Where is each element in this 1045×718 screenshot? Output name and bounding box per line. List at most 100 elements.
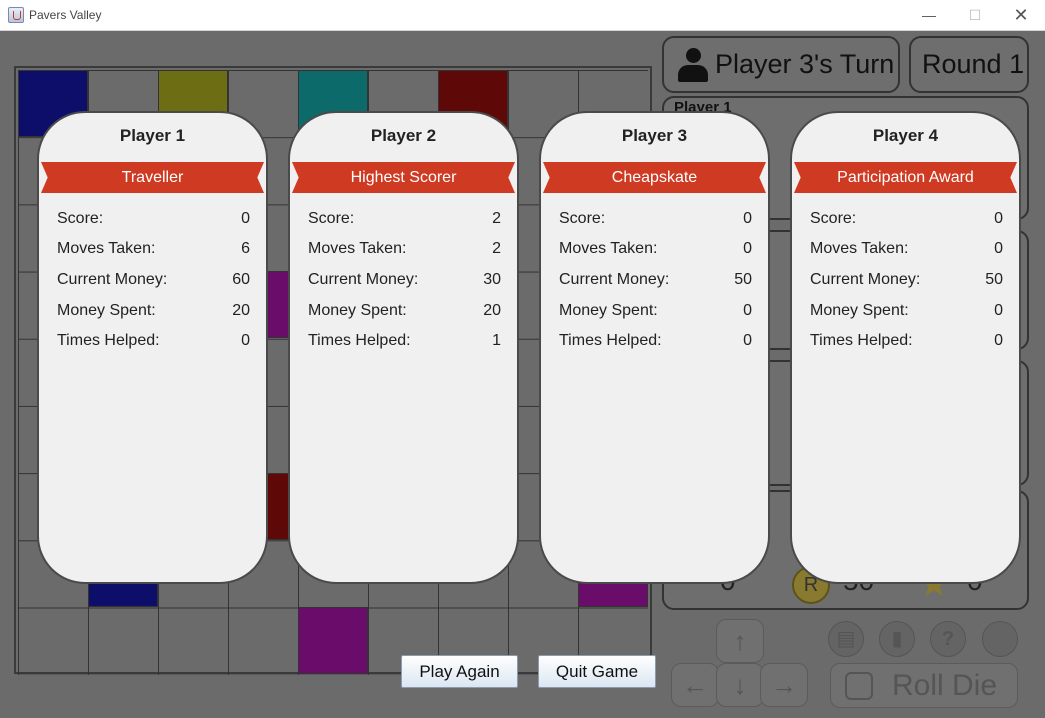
stat-value: 0: [743, 210, 752, 227]
stat-row: Current Money: 60: [57, 271, 250, 293]
stat-label: Moves Taken:: [57, 240, 156, 257]
stat-row: Moves Taken: 2: [308, 240, 501, 262]
stat-row: Score: 0: [559, 210, 752, 232]
stat-row: Score: 2: [308, 210, 501, 232]
award-ribbon: Highest Scorer: [292, 162, 515, 193]
stat-value: 50: [734, 271, 752, 288]
settings-icon[interactable]: [982, 621, 1018, 657]
window-titlebar: Pavers Valley — ☐ ✕: [0, 0, 1045, 31]
stat-value: 60: [232, 271, 250, 288]
minimize-button[interactable]: —: [906, 0, 952, 30]
stat-label: Moves Taken:: [810, 240, 909, 257]
stat-label: Score:: [810, 210, 857, 227]
stat-value: 0: [743, 302, 752, 319]
stat-row: Score: 0: [57, 210, 250, 232]
stat-label: Moves Taken:: [308, 240, 407, 257]
stat-row: Current Money: 50: [810, 271, 1003, 293]
stat-value: 0: [241, 210, 250, 227]
award-ribbon: Cheapskate: [543, 162, 766, 193]
stat-value: 2: [492, 210, 501, 227]
stat-row: Times Helped: 1: [308, 332, 501, 354]
stat-row: Current Money: 30: [308, 271, 501, 293]
stat-row: Times Helped: 0: [559, 332, 752, 354]
stat-label: Current Money:: [559, 271, 670, 288]
card-player-title: Player 3: [621, 126, 688, 145]
stat-label: Money Spent:: [810, 302, 909, 319]
award-label: Traveller: [121, 169, 184, 186]
card-player-title: Player 2: [370, 126, 437, 145]
play-again-button[interactable]: Play Again: [401, 655, 518, 688]
stat-row: Current Money: 50: [559, 271, 752, 293]
round-indicator: Round 1: [909, 36, 1029, 93]
save-icon[interactable]: ▤: [828, 621, 864, 657]
stat-row: Moves Taken: 6: [57, 240, 250, 262]
turn-label: Player 3's Turn: [715, 49, 895, 79]
stat-value: 0: [994, 302, 1003, 319]
player-result-card: Player 2 Highest Scorer Score: 2 Moves Ta…: [288, 111, 519, 584]
stat-label: Current Money:: [57, 271, 168, 288]
stat-label: Moves Taken:: [559, 240, 658, 257]
person-icon: [678, 48, 708, 82]
quit-game-button[interactable]: Quit Game: [538, 655, 656, 688]
java-app-icon: [8, 7, 24, 23]
player-result-card: Player 1 Traveller Score: 0 Moves Taken: 6…: [37, 111, 268, 584]
award-ribbon: Traveller: [41, 162, 264, 193]
stat-value: 1: [492, 332, 501, 349]
stat-value: 2: [492, 240, 501, 257]
stat-label: Money Spent:: [308, 302, 407, 319]
stat-row: Money Spent: 0: [810, 302, 1003, 324]
stat-label: Money Spent:: [57, 302, 156, 319]
card-player-title: Player 4: [872, 126, 939, 145]
roll-die-label: Roll Die: [892, 669, 998, 702]
stat-label: Times Helped:: [57, 332, 160, 349]
stat-value: 20: [232, 302, 250, 319]
stat-row: Money Spent: 20: [308, 302, 501, 324]
stat-label: Current Money:: [810, 271, 921, 288]
arrow-down-icon[interactable]: ↓: [716, 663, 764, 707]
stat-value: 0: [743, 332, 752, 349]
stat-label: Score:: [57, 210, 104, 227]
roll-die-button[interactable]: Roll Die: [830, 663, 1018, 708]
stat-value: 0: [241, 332, 250, 349]
turn-indicator: Player 3's Turn: [662, 36, 900, 93]
stat-value: 30: [483, 271, 501, 288]
stat-label: Times Helped:: [559, 332, 662, 349]
window-title: Pavers Valley: [29, 8, 102, 22]
die-icon: [845, 672, 873, 700]
board-tile-purple: [298, 607, 368, 674]
stat-value: 6: [241, 240, 250, 257]
card-player-title: Player 1: [119, 126, 186, 145]
stat-value: 50: [985, 271, 1003, 288]
stat-row: Money Spent: 20: [57, 302, 250, 324]
award-ribbon: Participation Award: [794, 162, 1017, 193]
stat-value: 0: [994, 210, 1003, 227]
stat-label: Current Money:: [308, 271, 419, 288]
stat-label: Money Spent:: [559, 302, 658, 319]
award-label: Cheapskate: [611, 169, 698, 186]
stat-value: 20: [483, 302, 501, 319]
stat-label: Score:: [559, 210, 606, 227]
stat-row: Score: 0: [810, 210, 1003, 232]
stat-row: Moves Taken: 0: [559, 240, 752, 262]
award-label: Participation Award: [837, 169, 974, 186]
arrow-right-icon[interactable]: →: [760, 663, 808, 707]
stat-value: 0: [994, 240, 1003, 257]
stat-value: 0: [994, 332, 1003, 349]
stat-row: Times Helped: 0: [810, 332, 1003, 354]
close-button[interactable]: ✕: [998, 0, 1044, 30]
stat-row: Money Spent: 0: [559, 302, 752, 324]
stat-value: 0: [743, 240, 752, 257]
stat-label: Times Helped:: [308, 332, 411, 349]
stat-label: Score:: [308, 210, 355, 227]
player-result-card: Player 3 Cheapskate Score: 0 Moves Taken:…: [539, 111, 770, 584]
book-icon[interactable]: ▮: [879, 621, 915, 657]
stat-label: Times Helped:: [810, 332, 913, 349]
maximize-button[interactable]: ☐: [952, 0, 998, 30]
award-label: Highest Scorer: [350, 169, 457, 186]
arrow-left-icon[interactable]: ←: [671, 663, 719, 707]
stat-row: Times Helped: 0: [57, 332, 250, 354]
round-label: Round 1: [922, 49, 1025, 79]
arrow-up-icon[interactable]: ↑: [716, 619, 764, 663]
stat-row: Moves Taken: 0: [810, 240, 1003, 262]
help-icon[interactable]: ?: [930, 621, 966, 657]
